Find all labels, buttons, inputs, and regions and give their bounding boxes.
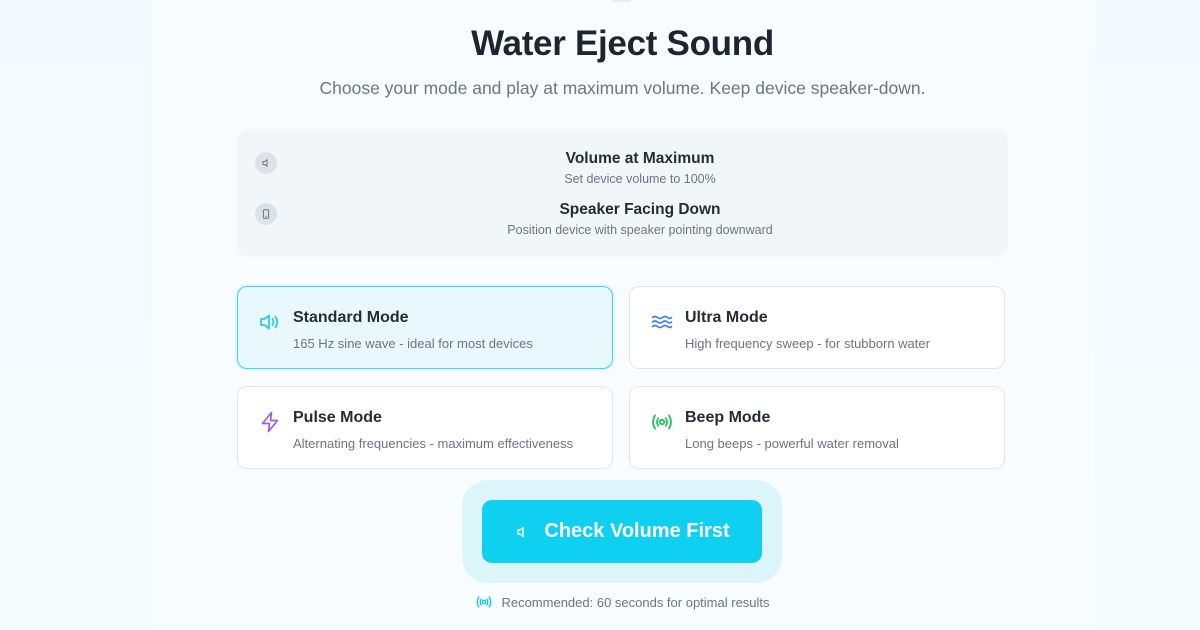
lightning-icon [261, 411, 279, 433]
checklist-item-description: Position device with speaker pointing do… [507, 223, 773, 237]
recommendation-text: Recommended: 60 seconds for optimal resu… [501, 594, 770, 610]
checklist-item-title: Speaker Facing Down [559, 201, 721, 218]
broadcast-icon [477, 596, 492, 608]
check-volume-button[interactable]: Check Volume First [482, 500, 762, 563]
mode-description: 165 Hz sine wave - ideal for most device… [293, 336, 533, 351]
mode-card-ultra[interactable]: Ultra Mode High frequency sweep - for st… [629, 286, 1005, 369]
recommendation-note: Recommended: 60 seconds for optimal resu… [0, 593, 1200, 614]
waves-icon [651, 315, 673, 329]
preparation-checklist: Volume at Maximum Set device volume to 1… [237, 129, 1008, 257]
speaker-icon [517, 526, 525, 537]
mode-card-pulse[interactable]: Pulse Mode Alternating frequencies - max… [237, 386, 613, 469]
mode-description: High frequency sweep - for stubborn wate… [685, 336, 930, 351]
mode-card-standard[interactable]: Standard Mode 165 Hz sine wave - ideal f… [237, 286, 613, 369]
mode-title: Pulse Mode [293, 409, 382, 426]
checklist-item-volume: Volume at Maximum Set device volume to 1… [237, 150, 1008, 194]
mode-title: Standard Mode [293, 309, 409, 326]
broadcast-icon [652, 414, 672, 430]
page-subtitle: Choose your mode and play at maximum vol… [319, 78, 926, 98]
checklist-item-description: Set device volume to 100% [564, 172, 716, 186]
checklist-item-speaker: Speaker Facing Down Position device with… [237, 201, 1008, 245]
page-title: Water Eject Sound [471, 24, 774, 63]
checklist-item-title: Volume at Maximum [565, 150, 715, 167]
page: Water Eject Sound Choose your mode and p… [0, 0, 1200, 630]
mode-title: Beep Mode [685, 409, 771, 426]
mode-description: Alternating frequencies - maximum effect… [293, 436, 574, 451]
mode-card-beep[interactable]: Beep Mode Long beeps - powerful water re… [629, 386, 1005, 469]
volume-wave-icon [260, 314, 279, 330]
top-decoration [612, 0, 632, 2]
check-volume-button-label: Check Volume First [544, 520, 730, 542]
mode-title: Ultra Mode [685, 309, 768, 326]
mode-description: Long beeps - powerful water removal [685, 436, 899, 451]
